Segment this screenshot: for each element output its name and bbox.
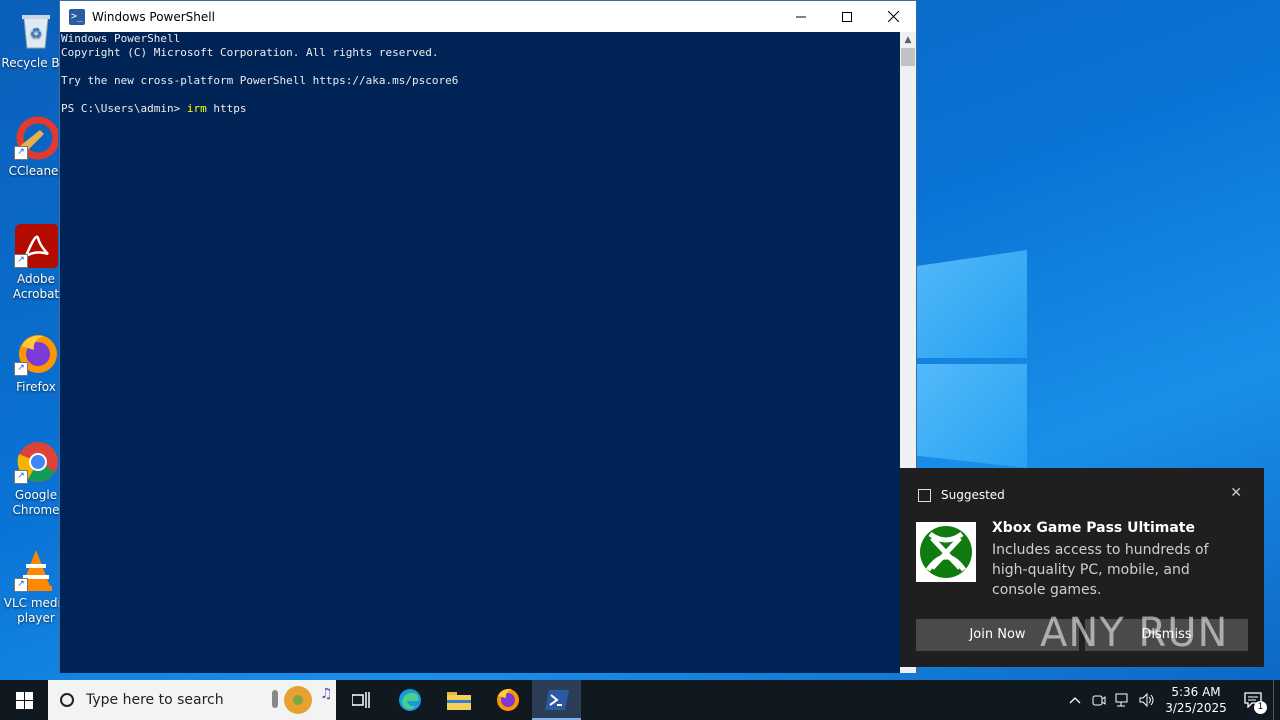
- google-chrome-icon: ↗: [14, 440, 58, 484]
- start-button[interactable]: [0, 680, 48, 720]
- notification-title: Xbox Game Pass Ultimate: [992, 520, 1195, 536]
- ccleaner-icon: ↗: [14, 116, 60, 160]
- close-button[interactable]: [870, 1, 916, 32]
- shortcut-arrow-icon: ↗: [14, 254, 28, 268]
- shortcut-arrow-icon: ↗: [14, 470, 28, 484]
- taskbar-firefox[interactable]: [483, 680, 532, 720]
- window-title: Windows PowerShell: [92, 9, 215, 24]
- taskbar-clock[interactable]: 5:36 AM 3/25/2025: [1159, 684, 1233, 716]
- console-line: Copyright (C) Microsoft Corporation. All…: [61, 46, 439, 59]
- scrollbar-thumb[interactable]: [901, 48, 915, 66]
- taskbar: Type here to search ♫ 5:36 AM 3/25/2025 …: [0, 680, 1280, 720]
- taskbar-powershell[interactable]: [532, 680, 581, 720]
- task-view-icon: [351, 692, 370, 708]
- meet-now-icon[interactable]: [1087, 680, 1111, 720]
- command-text: irm: [186, 102, 207, 115]
- firefox-icon: ↗: [14, 332, 58, 376]
- search-icon: [60, 693, 74, 707]
- maximize-button[interactable]: [824, 1, 870, 32]
- console-line: Try the new cross-platform PowerShell ht…: [61, 74, 459, 87]
- search-highlight-icon: ♫: [268, 684, 333, 716]
- minimize-button[interactable]: [778, 1, 824, 32]
- recycle-bin-icon: ♻: [14, 8, 58, 52]
- notification-close-icon[interactable]: ✕: [1230, 485, 1242, 501]
- xbox-icon: [916, 522, 976, 582]
- console-line: Windows PowerShell: [61, 32, 181, 45]
- shortcut-arrow-icon: ↗: [14, 362, 28, 376]
- action-center-button[interactable]: 1: [1233, 680, 1273, 720]
- task-view-button[interactable]: [336, 680, 385, 720]
- network-icon[interactable]: [1111, 680, 1135, 720]
- powershell-icon: [544, 690, 569, 710]
- anyrun-watermark: ANY RUN: [1040, 610, 1229, 656]
- show-hidden-icons-chevron-icon[interactable]: [1063, 680, 1087, 720]
- console-prompt-line[interactable]: PS C:\Users\admin> irm https: [61, 102, 900, 116]
- folder-icon: [446, 692, 471, 710]
- system-tray: 5:36 AM 3/25/2025 1: [1063, 680, 1280, 720]
- svg-text:♻: ♻: [30, 26, 43, 42]
- console-output[interactable]: Windows PowerShell Copyright (C) Microsof…: [60, 32, 901, 673]
- taskbar-file-explorer[interactable]: [434, 680, 483, 720]
- show-desktop-button[interactable]: [1273, 680, 1280, 720]
- argument-text: https: [206, 102, 247, 115]
- scroll-up-icon[interactable]: ▲: [900, 32, 916, 48]
- firefox-icon: [496, 688, 519, 711]
- maximize-icon: [842, 11, 852, 22]
- edge-icon: [398, 689, 421, 711]
- notification-description: Includes access to hundreds of high-qual…: [992, 542, 1209, 598]
- clock-time: 5:36 AM: [1171, 685, 1221, 699]
- clock-date: 3/25/2025: [1165, 701, 1227, 715]
- windows-start-icon: [15, 691, 33, 709]
- suggested-icon: [918, 488, 931, 502]
- minimize-icon: [796, 16, 806, 17]
- window-titlebar[interactable]: >_ Windows PowerShell: [60, 1, 916, 32]
- notification-header-label: Suggested: [941, 488, 1005, 502]
- close-icon: [887, 11, 899, 22]
- taskbar-search-box[interactable]: Type here to search ♫: [48, 680, 336, 720]
- powershell-window[interactable]: >_ Windows PowerShell Windows PowerShell…: [59, 0, 917, 673]
- volume-icon[interactable]: [1135, 680, 1159, 720]
- notification-badge: 1: [1254, 701, 1267, 714]
- vlc-icon: ↗: [14, 548, 58, 592]
- taskbar-edge[interactable]: [385, 680, 434, 720]
- shortcut-arrow-icon: ↗: [14, 578, 28, 592]
- windows-wallpaper-logo: [915, 240, 1030, 470]
- search-placeholder: Type here to search: [86, 692, 224, 708]
- prompt-text: PS C:\Users\admin>: [61, 102, 187, 115]
- powershell-icon: >_: [69, 8, 85, 25]
- adobe-acrobat-icon: ↗: [14, 224, 59, 268]
- notification-header: Suggested: [918, 488, 1005, 502]
- shortcut-arrow-icon: ↗: [14, 146, 28, 160]
- svg-text:♫: ♫: [320, 686, 330, 702]
